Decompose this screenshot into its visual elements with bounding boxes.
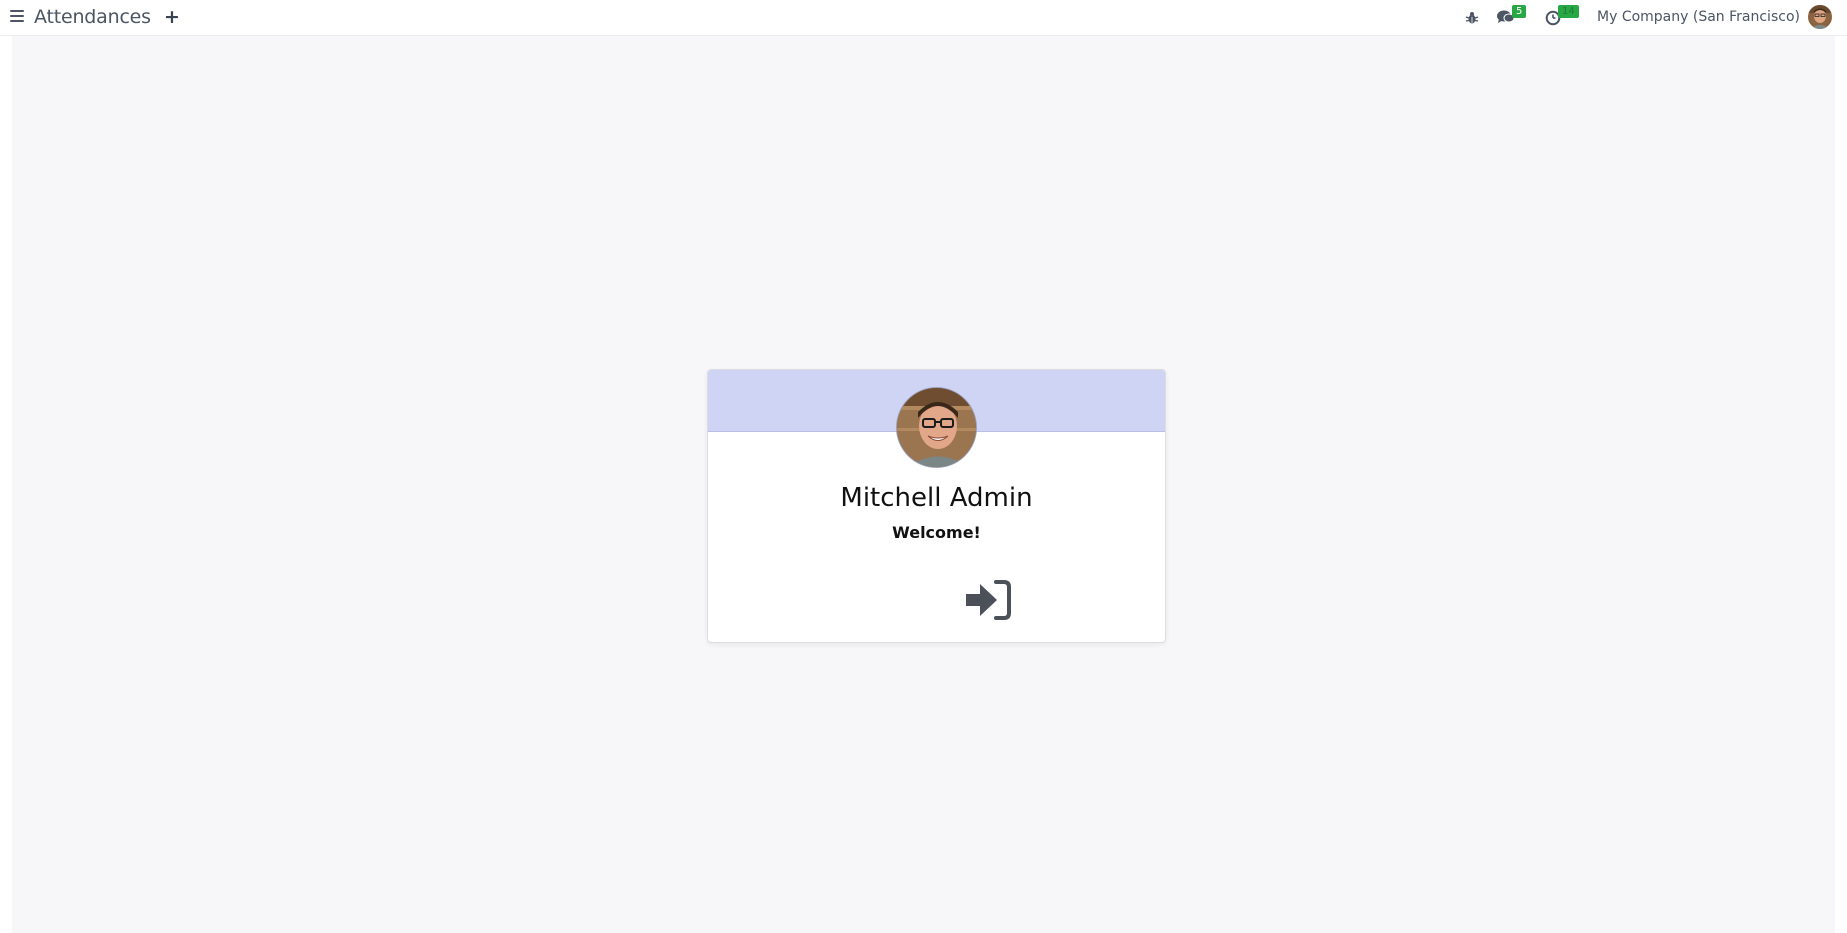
check-in-button[interactable] [964,579,1012,621]
employee-avatar [896,387,977,468]
company-switcher[interactable]: My Company (San Francisco) [1597,9,1800,25]
welcome-message: Welcome! [892,523,981,542]
top-navbar: Attendances + 5 14 My Company (San Franc [0,0,1847,36]
app-title[interactable]: Attendances [34,6,151,28]
main-content: Mitchell Admin Welcome! [12,36,1835,933]
messages-count-badge: 5 [1512,5,1527,18]
quick-create-button[interactable]: + [164,6,180,28]
user-avatar[interactable] [1808,5,1832,29]
activities-count-badge: 14 [1558,5,1579,18]
hamburger-menu-icon[interactable] [10,10,24,24]
bug-icon[interactable] [1465,10,1479,29]
sign-in-icon [966,580,1011,620]
employee-name: Mitchell Admin [840,483,1033,513]
attendance-card: Mitchell Admin Welcome! [707,369,1166,643]
